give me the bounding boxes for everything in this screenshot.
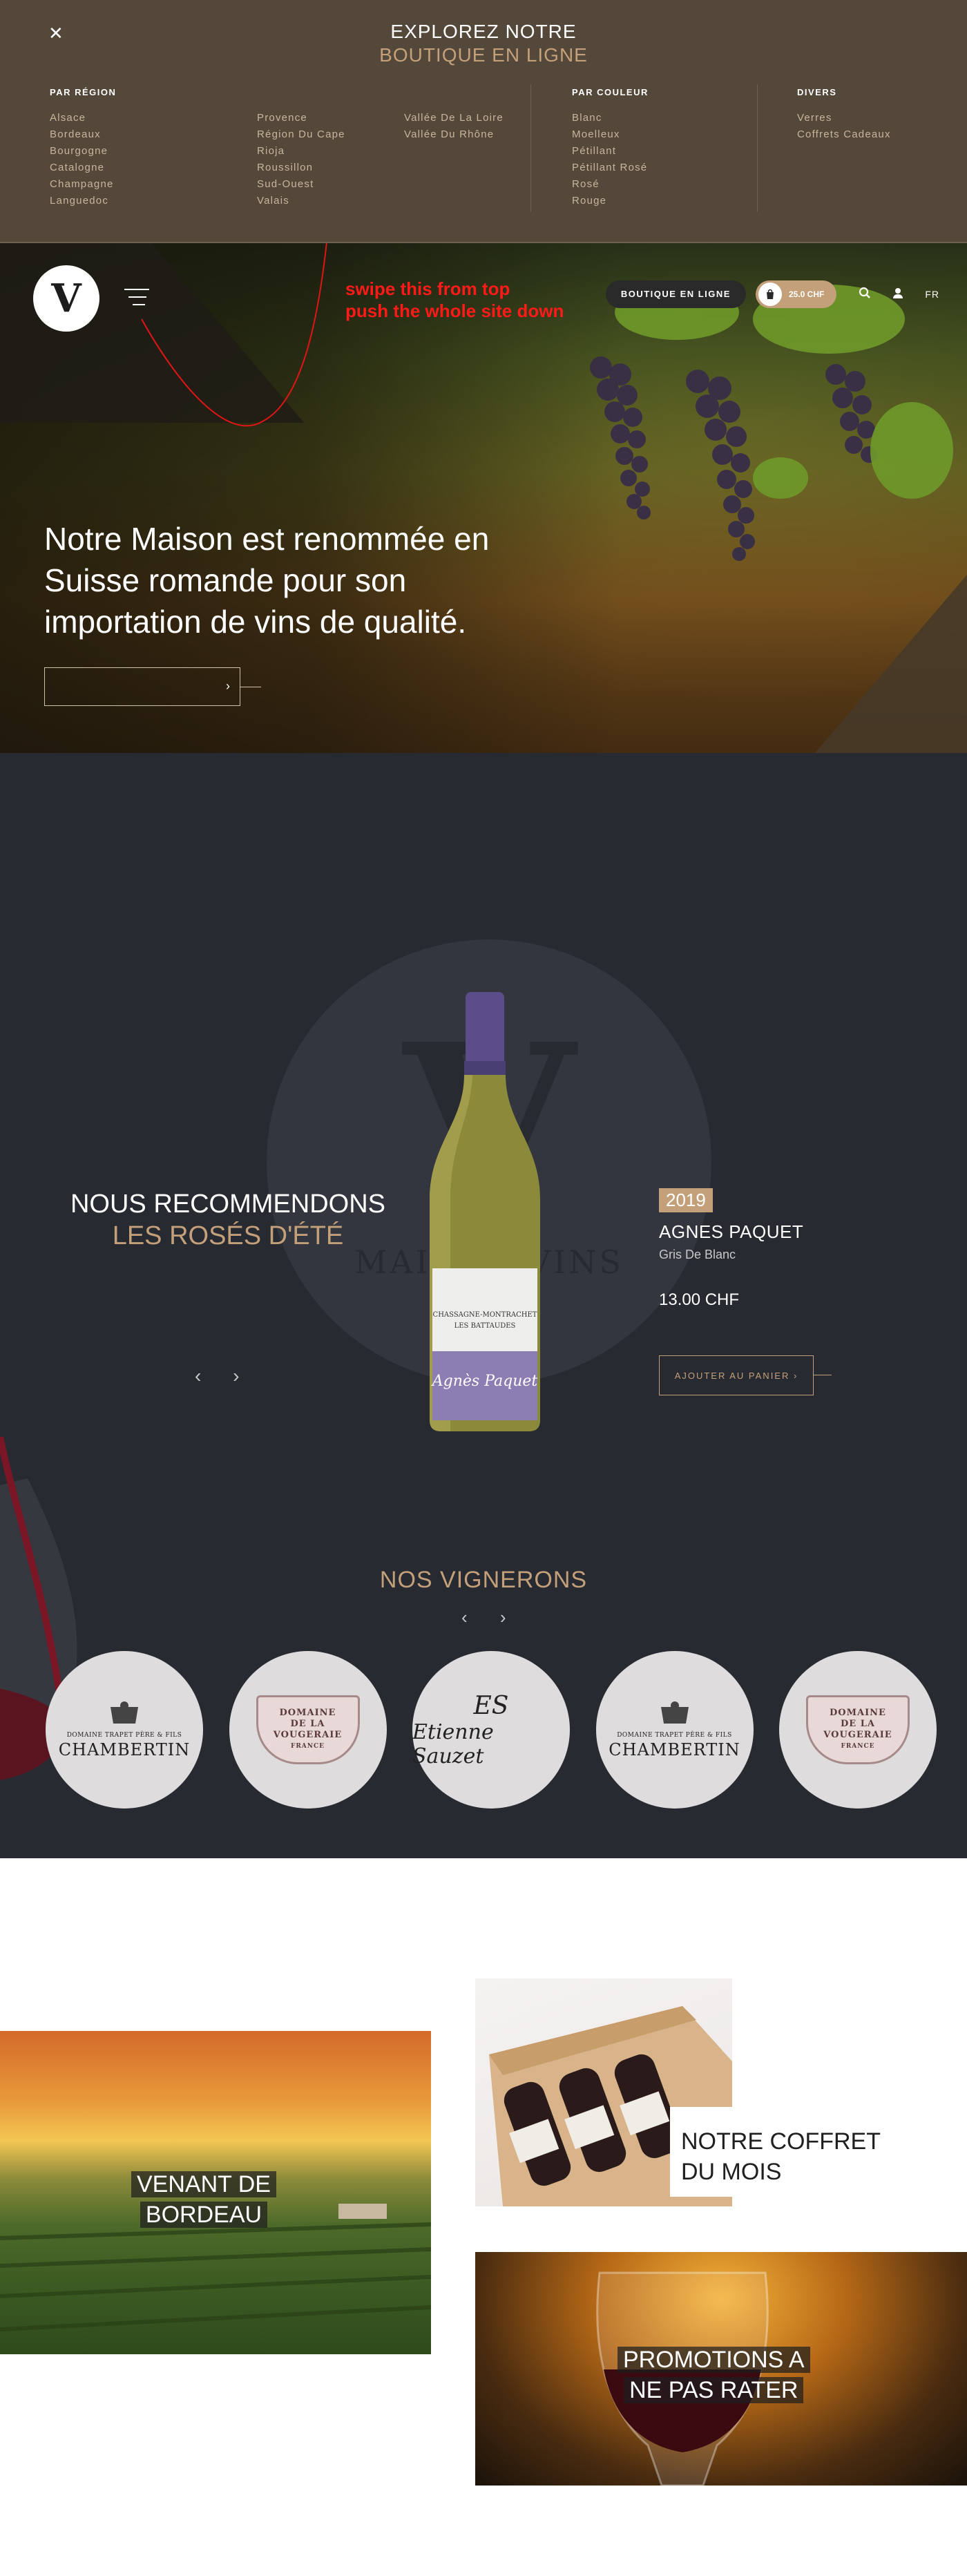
crest-icon [660,1701,689,1724]
hero-cta-button[interactable]: › [44,667,240,706]
recommend-title: NOUS RECOMMENDONS LES ROSÉS D'ÉTÉ [70,1190,386,1250]
menu-misc-heading: DIVERS [797,87,837,97]
menu-link-champagne[interactable]: Champagne [50,176,116,193]
menu-link-rouge[interactable]: Rouge [572,193,649,209]
menu-link-blanc[interactable]: Blanc [572,110,649,126]
user-icon[interactable] [892,287,904,303]
menu-link-region-du-cape[interactable]: Région Du Cape [257,126,345,143]
menu-link-verres[interactable]: Verres [797,110,891,126]
shield-logo: DOMAINE DE LA VOUGERAIE FRANCE [256,1695,360,1764]
bottle-script: Agnès Paquet [431,1373,538,1390]
mega-menu: ✕ EXPLOREZ NOTRE BOUTIQUE EN LIGNE PAR R… [0,0,967,243]
chevron-left-icon[interactable]: ‹ [195,1365,201,1386]
search-icon[interactable] [859,287,871,303]
chevron-right-icon: › [226,679,230,693]
vintage-badge: 2019 [659,1188,713,1212]
chevron-left-icon[interactable]: ‹ [461,1607,468,1628]
menu-divider [757,84,758,212]
vigneron-card[interactable]: ES Etienne Sauzet [412,1651,570,1809]
header-nav: BOUTIQUE EN LIGNE 25.0 CHF FR [605,279,939,309]
bottle-label-line2: LES BATTAUDES [454,1322,516,1330]
recommend-slider-arrows: ‹ › [195,1365,265,1387]
menu-link-petillant-rose[interactable]: Pétillant Rosé [572,160,649,176]
tile-bordeaux-label: VENANT DE BORDEAU [131,2169,276,2230]
logo[interactable]: V [33,265,99,332]
menu-link-bordeaux[interactable]: Bordeaux [50,126,116,143]
menu-link-valais[interactable]: Valais [257,193,345,209]
hero-section: V swipe this from top push the whole sit… [0,243,967,753]
menu-title: EXPLOREZ NOTRE BOUTIQUE EN LIGNE [0,21,967,66]
menu-link-catalogne[interactable]: Catalogne [50,160,116,176]
shop-online-button[interactable]: BOUTIQUE EN LIGNE [605,280,746,308]
menu-region-col3: Vallée De La Loire Vallée Du Rhône [404,110,504,143]
menu-link-rose[interactable]: Rosé [572,176,649,193]
cart-button[interactable]: 25.0 CHF [755,280,837,308]
vigneron-card[interactable]: DOMAINE DE LA VOUGERAIE FRANCE [779,1651,937,1809]
menu-color-heading: PAR COULEUR [572,87,649,97]
shopping-bag-icon [758,283,782,306]
menu-link-provence[interactable]: Provence [257,110,345,126]
featured-section: VENANT DE BORDEAU NOTRE COFFRET DU MOIS [0,1858,967,2576]
menu-link-languedoc[interactable]: Languedoc [50,193,116,209]
crest-icon [111,1701,138,1724]
menu-link-coffrets-cadeaux[interactable]: Coffrets Cadeaux [797,126,891,143]
vignerons-title: NOS VIGNERONS [379,1567,588,1593]
language-switch[interactable]: FR [925,289,939,300]
add-to-cart-button[interactable]: AJOUTER AU PANIER › [659,1355,814,1395]
menu-link-vallee-du-rhone[interactable]: Vallée Du Rhône [404,126,504,143]
menu-misc-col: DIVERS Verres Coffrets Cadeaux [797,87,891,143]
menu-region-col1: PAR RÉGION Alsace Bordeaux Bourgogne Cat… [50,87,116,209]
vigneron-card[interactable]: DOMAINE TRAPET PÈRE & FILS CHAMBERTIN [46,1651,203,1809]
menu-link-moelleux[interactable]: Moelleux [572,126,649,143]
cart-amount: 25.0 CHF [788,289,825,299]
menu-link-vallee-de-la-loire[interactable]: Vallée De La Loire [404,110,504,126]
tile-promotions[interactable]: PROMOTIONS A NE PAS RATER [475,2252,967,2486]
wine-price: 13.00 CHF [659,1290,740,1309]
menu-color-col: PAR COULEUR Blanc Moelleux Pétillant Pét… [572,87,649,209]
menu-link-roussillon[interactable]: Roussillon [257,160,345,176]
menu-region-col2: Provence Région Du Cape Rioja Roussillon… [257,110,345,209]
menu-region-heading: PAR RÉGION [50,87,117,97]
wine-name: Gris De Blanc [659,1248,736,1261]
shield-logo: DOMAINE DE LA VOUGERAIE FRANCE [806,1695,910,1764]
tile-coffret-label: NOTRE COFFRET DU MOIS [681,2128,881,2185]
tile-bordeaux[interactable]: VENANT DE BORDEAU [0,2031,431,2354]
menu-link-petillant[interactable]: Pétillant [572,143,649,160]
hero-headline: Notre Maison est renommée en Suisse roma… [44,521,490,640]
menu-divider [530,84,531,212]
menu-title-line1: EXPLOREZ NOTRE [390,21,577,42]
menu-title-line2: BOUTIQUE EN LIGNE [379,44,588,66]
recommend-section: V MAISON VINS NOUS RECOMMENDONS LES ROSÉ… [0,753,967,1858]
menu-link-rioja[interactable]: Rioja [257,143,345,160]
chevron-right-icon[interactable]: › [233,1365,239,1386]
chevron-right-icon[interactable]: › [500,1607,506,1628]
bottle-label-line1: CHASSAGNE-MONTRACHET [433,1311,537,1319]
vignerons-carousel: DOMAINE TRAPET PÈRE & FILS CHAMBERTIN DO… [46,1651,937,1809]
vigneron-card[interactable]: DOMAINE TRAPET PÈRE & FILS CHAMBERTIN [595,1651,754,1809]
menu-link-bourgogne[interactable]: Bourgogne [50,143,116,160]
menu-link-sud-ouest[interactable]: Sud-Ouest [257,176,345,193]
vigneron-card[interactable]: DOMAINE DE LA VOUGERAIE FRANCE [229,1651,387,1809]
vignerons-slider-arrows: ‹ › [461,1607,534,1628]
menu-hamburger-icon[interactable] [124,289,149,309]
producer-name: AGNES PAQUET [659,1221,804,1242]
wine-bottle-image: CHASSAGNE-MONTRACHET LES BATTAUDES Agnès… [430,992,540,1431]
annotation-text: swipe this from top push the whole site … [345,278,564,321]
tile-promotions-label: PROMOTIONS A NE PAS RATER [617,2345,810,2405]
menu-link-alsace[interactable]: Alsace [50,110,116,126]
